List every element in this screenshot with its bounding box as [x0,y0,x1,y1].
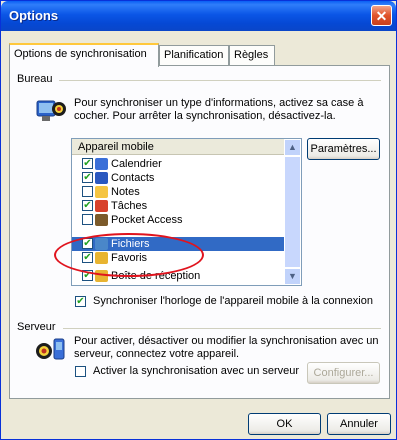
tasks-icon [95,200,108,212]
desktop-sync-icon [36,100,66,121]
configure-button[interactable]: Configurer... [307,362,380,384]
window-title: Options [9,8,59,23]
list-item-calendrier[interactable]: Calendrier [72,157,285,171]
clock-sync-checkbox[interactable] [75,296,86,307]
serveur-divider [63,328,381,329]
server-sync-icon [36,338,65,360]
list-item-taches[interactable]: Tâches [72,199,285,213]
options-window: Options ✕ Options de synchronisation Pla… [0,0,397,440]
checkbox-contacts[interactable] [82,172,93,183]
title-bar[interactable]: Options ✕ [1,1,396,31]
notes-icon [95,186,108,198]
highlight-annotation [54,233,204,277]
bureau-description: Pour synchroniser un type d'informations… [74,97,364,122]
tab-regles[interactable]: Règles [229,45,275,65]
list-column-header[interactable]: Appareil mobile [72,139,285,155]
checkbox-calendrier[interactable] [82,158,93,169]
list-item-notes[interactable]: Notes [72,185,285,199]
list-scrollbar[interactable]: ▲ ▼ [284,139,301,285]
contacts-icon [95,172,108,184]
scroll-up-button[interactable]: ▲ [284,139,301,156]
close-button[interactable]: ✕ [371,5,392,26]
cancel-button[interactable]: Annuler [327,413,391,435]
ok-button[interactable]: OK [248,413,321,435]
scroll-down-button[interactable]: ▼ [284,268,301,285]
settings-button[interactable]: Paramètres... [307,138,380,160]
scroll-thumb[interactable] [284,156,301,268]
serveur-group-label: Serveur [17,321,56,333]
tab-planification[interactable]: Planification [159,45,229,65]
tab-sync-options[interactable]: Options de synchronisation [9,43,159,67]
server-sync-checkbox[interactable] [75,366,86,377]
bureau-divider [59,80,381,81]
list-item-contacts[interactable]: Contacts [72,171,285,185]
checkbox-notes[interactable] [82,186,93,197]
serveur-description: Pour activer, désactiver ou modifier la … [74,335,379,360]
checkbox-pocket-access[interactable] [82,214,93,225]
pocket-access-icon [95,214,108,226]
list-item-pocket-access[interactable]: Pocket Access [72,213,285,227]
bureau-group-label: Bureau [17,73,53,85]
calendar-icon [95,158,108,170]
checkbox-taches[interactable] [82,200,93,211]
